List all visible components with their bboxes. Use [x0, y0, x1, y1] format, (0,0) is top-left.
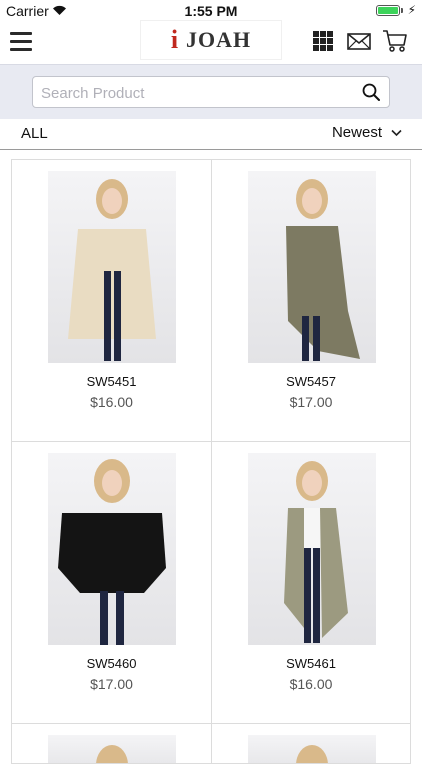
- battery-icon: [376, 5, 400, 16]
- status-bar: Carrier 1:55 PM ⚡: [0, 0, 422, 22]
- sort-label: Newest: [331, 124, 382, 141]
- product-sku: SW5461: [286, 656, 336, 671]
- sort-dropdown[interactable]: Newest: [332, 124, 402, 141]
- product-card[interactable]: SW5460 $17.00: [12, 442, 212, 724]
- product-card[interactable]: [211, 724, 411, 764]
- clock: 1:55 PM: [184, 3, 238, 19]
- product-price: $17.00: [90, 676, 133, 692]
- product-card[interactable]: SW5457 $17.00: [211, 160, 411, 442]
- product-card[interactable]: [12, 724, 212, 764]
- search-input[interactable]: [39, 81, 353, 105]
- charging-icon: ⚡: [407, 3, 416, 17]
- product-price: $16.00: [289, 676, 333, 692]
- search-icon[interactable]: [362, 83, 380, 101]
- model-figure: [58, 459, 166, 645]
- brand-logo[interactable]: i JOAH: [141, 21, 281, 59]
- logo-word: JOAH: [186, 27, 252, 52]
- logo-mark: i: [170, 25, 179, 54]
- model-figure: [283, 461, 348, 643]
- menu-icon[interactable]: [10, 32, 32, 51]
- category-filter[interactable]: ALL: [21, 125, 48, 142]
- product-card[interactable]: SW5461 $16.00: [211, 442, 411, 724]
- product-image[interactable]: [48, 453, 176, 645]
- product-image[interactable]: [247, 171, 376, 363]
- product-card[interactable]: SW5451 $16.00: [12, 160, 212, 442]
- battery-tip: [401, 8, 403, 13]
- product-grid: SW5451 $16.00 SW5457 $17.00 SW5460 $17.0…: [11, 159, 411, 764]
- cart-icon[interactable]: [382, 28, 408, 54]
- product-sku: SW5451: [86, 374, 137, 389]
- mail-icon[interactable]: [347, 33, 371, 50]
- chevron-down-icon: [391, 129, 402, 136]
- grid-view-icon[interactable]: [313, 31, 333, 51]
- product-sku: SW5457: [286, 374, 336, 389]
- model-figure: [68, 179, 156, 361]
- filter-bar: ALL Newest: [0, 118, 422, 150]
- app-header: i JOAH: [0, 21, 422, 64]
- model-figure: [285, 179, 360, 361]
- product-price: $17.00: [289, 394, 333, 410]
- search-bar: [0, 64, 422, 119]
- product-image[interactable]: [247, 453, 376, 645]
- product-image[interactable]: [48, 171, 176, 363]
- product-price: $16.00: [90, 394, 133, 410]
- product-sku: SW5460: [86, 656, 137, 671]
- search-box: [32, 76, 390, 108]
